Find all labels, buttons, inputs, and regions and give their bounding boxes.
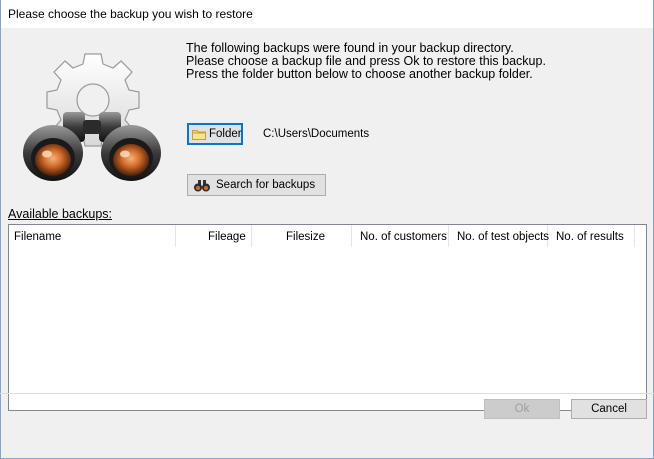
gear-binoculars-icon	[23, 53, 161, 181]
folder-icon	[192, 129, 206, 140]
footer-separator	[0, 393, 654, 394]
column-header-filename[interactable]: Filename	[9, 225, 176, 247]
ok-button[interactable]: Ok	[484, 399, 560, 419]
column-header-test-objects[interactable]: No. of test objects	[449, 225, 549, 247]
column-header-customers[interactable]: No. of customers	[352, 225, 449, 247]
backups-list[interactable]: Filename Fileage Filesize No. of custome…	[8, 224, 647, 411]
folder-button[interactable]: Folder	[187, 123, 243, 145]
window-title: Please choose the backup you wish to res…	[8, 7, 253, 21]
folder-button-label: Folder	[209, 128, 242, 140]
folder-path: C:\Users\Documents	[263, 128, 370, 140]
title-bar: Please choose the backup you wish to res…	[1, 0, 653, 28]
binoculars-icon	[194, 179, 210, 191]
column-header-filesize[interactable]: Filesize	[252, 225, 352, 247]
search-backups-button[interactable]: Search for backups	[187, 174, 326, 196]
cancel-button-label: Cancel	[591, 403, 627, 415]
restore-backup-dialog: Please choose the backup you wish to res…	[0, 0, 654, 459]
available-backups-label: Available backups:	[8, 207, 113, 221]
intro-line: Press the folder button below to choose …	[186, 67, 533, 81]
column-header-fileage[interactable]: Fileage	[176, 225, 252, 247]
list-header: Filename Fileage Filesize No. of custome…	[9, 225, 646, 249]
search-button-label: Search for backups	[216, 179, 316, 191]
intro-text: The following backups were found in your…	[186, 42, 636, 81]
column-header-results[interactable]: No. of results	[548, 225, 635, 247]
ok-button-label: Ok	[514, 403, 530, 415]
cancel-button[interactable]: Cancel	[571, 399, 647, 419]
